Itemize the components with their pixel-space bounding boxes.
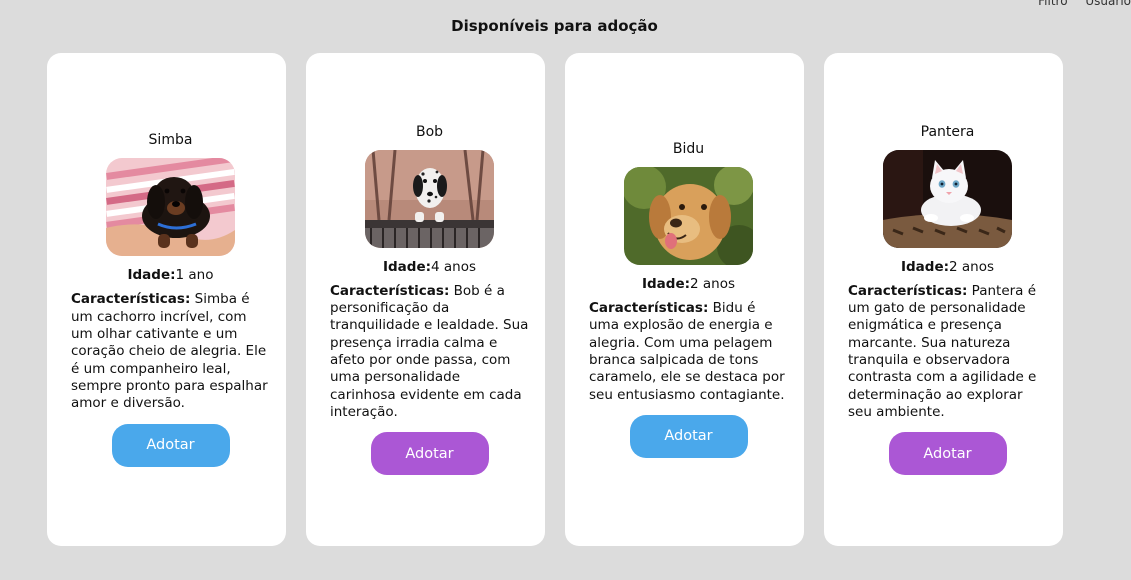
age-value: 2 anos: [949, 258, 995, 275]
nav-link-usuario[interactable]: Usuário: [1085, 0, 1131, 8]
age-value: 1 ano: [175, 267, 214, 284]
pet-description: Características: Bob é a personificação …: [330, 283, 529, 421]
age-label: Idade:: [641, 276, 690, 293]
characteristics-label: Características:: [848, 282, 968, 299]
top-nav: Filtro Usuário: [1024, 0, 1131, 8]
pet-description: Características: Simba é um cachorro inc…: [71, 291, 270, 412]
adopt-button[interactable]: Adotar: [111, 423, 230, 467]
characteristics-text: Pantera é um gato de personalidade enigm…: [848, 282, 1037, 420]
characteristics-label: Características:: [71, 291, 191, 308]
pet-card: Pantera Idade:2 anos Características: Pa…: [824, 53, 1063, 546]
age-value: 2 anos: [690, 276, 736, 293]
characteristics-label: Características:: [589, 300, 709, 317]
dalmatian-photo: [365, 149, 494, 248]
characteristics-text: Simba é um cachorro incrível, com um olh…: [71, 291, 268, 412]
pet-name: Pantera: [920, 123, 975, 140]
adopt-button[interactable]: Adotar: [629, 414, 748, 458]
dachshund-puppy-photo: [106, 158, 235, 257]
nav-link-filtro[interactable]: Filtro: [1038, 0, 1067, 8]
pet-name: Bidu: [672, 141, 705, 158]
pet-description: Características: Pantera é um gato de pe…: [848, 283, 1047, 421]
age-label: Idade:: [127, 267, 176, 284]
pet-age: Idade:1 ano: [128, 267, 214, 283]
adopt-button[interactable]: Adotar: [370, 432, 489, 476]
pet-age: Idade:4 anos: [383, 259, 476, 275]
pet-name: Bob: [415, 123, 444, 140]
pet-card: Simba Idade:1 ano Características: Simba…: [47, 53, 286, 546]
pet-age: Idade:2 anos: [901, 259, 994, 275]
age-label: Idade:: [382, 258, 431, 275]
adopt-button[interactable]: Adotar: [888, 432, 1007, 476]
labrador-photo: [624, 167, 753, 266]
pet-card-list: Simba Idade:1 ano Características: Simba…: [47, 53, 1063, 546]
pet-name: Simba: [148, 132, 193, 149]
white-kitten-photo: [883, 149, 1012, 248]
age-value: 4 anos: [431, 258, 477, 275]
characteristics-text: Bob é a personificação da tranquilidade …: [330, 282, 529, 420]
pet-age: Idade:2 anos: [642, 276, 735, 292]
characteristics-label: Características:: [330, 282, 450, 299]
pet-card: Bidu Idade:2 anos Características: Bidu …: [565, 53, 804, 546]
age-label: Idade:: [900, 258, 949, 275]
page-title: Disponíveis para adoção: [451, 17, 658, 35]
pet-card: Bob Idade:4 anos Características: Bob é …: [306, 53, 545, 546]
pet-description: Características: Bidu é uma explosão de …: [589, 300, 788, 404]
